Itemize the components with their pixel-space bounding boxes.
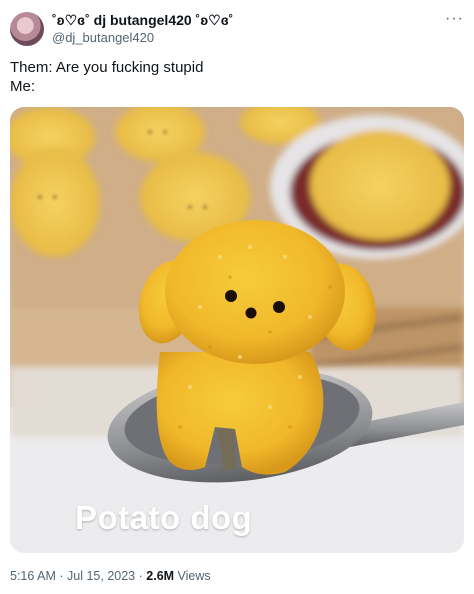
tweet-text-line: Me:	[10, 78, 36, 95]
tweet-meta: 5:16 AM · Jul 15, 2023 · 2.6M Views	[10, 569, 211, 583]
photo-caption: Potato dog	[75, 499, 253, 536]
tweet-date[interactable]: Jul 15, 2023	[67, 569, 135, 583]
views-count: 2.6M	[146, 569, 175, 583]
separator: ·	[138, 569, 143, 583]
views-label: Views	[177, 569, 211, 583]
separator: ·	[59, 569, 64, 583]
author-display-name[interactable]: ˚ʚ♡ɞ˚ dj butangel420 ˚ʚ♡ɞ˚	[52, 12, 233, 29]
tweet-time[interactable]: 5:16 AM	[10, 569, 56, 583]
author-handle[interactable]: @dj_butangel420	[52, 29, 233, 46]
potato-dog-photo	[10, 107, 464, 553]
tweet-header: ˚ʚ♡ɞ˚ dj butangel420 ˚ʚ♡ɞ˚ @dj_butangel4…	[10, 10, 464, 48]
avatar[interactable]	[10, 12, 44, 46]
more-horizontal-icon[interactable]: ···	[445, 10, 464, 28]
author-names: ˚ʚ♡ɞ˚ dj butangel420 ˚ʚ♡ɞ˚ @dj_butangel4…	[52, 12, 233, 46]
tweet-text: Them: Are you fucking stupid Me:	[10, 58, 464, 96]
tweet-photo[interactable]: Potato dog	[10, 107, 464, 553]
tweet-text-line: Them: Are you fucking stupid	[10, 59, 204, 76]
